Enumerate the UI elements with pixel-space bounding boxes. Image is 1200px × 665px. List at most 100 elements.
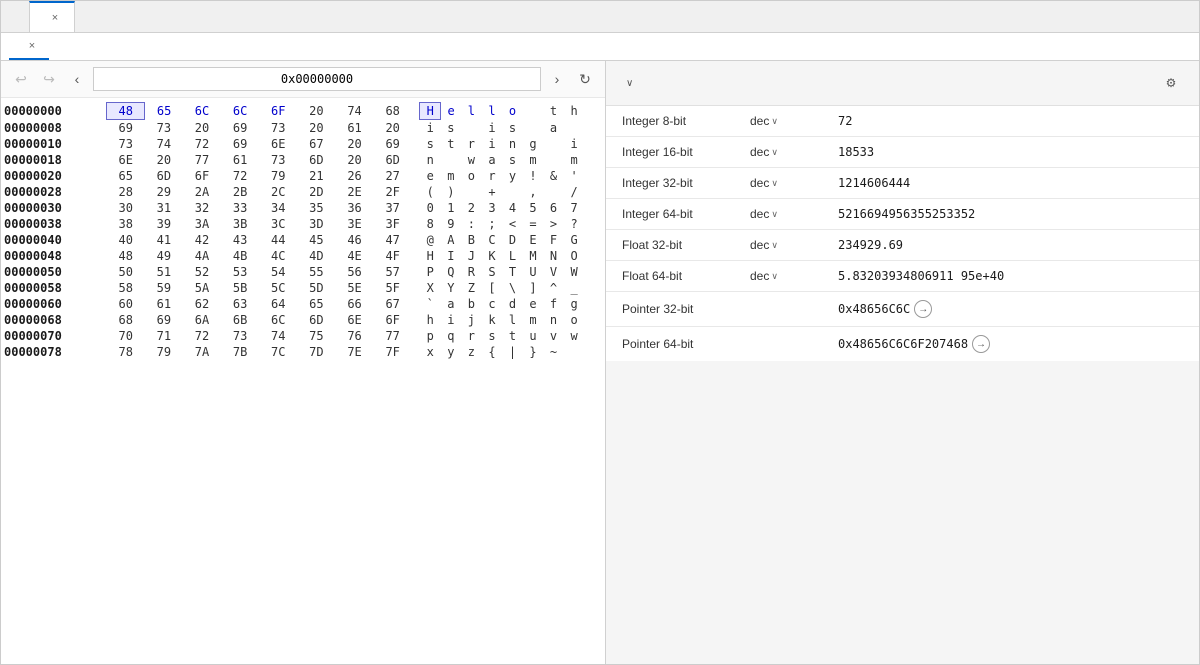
- hex-cell[interactable]: 7A: [183, 344, 221, 360]
- hex-cell[interactable]: 5E: [335, 280, 373, 296]
- hex-cell[interactable]: 3F: [374, 216, 412, 232]
- hex-cell[interactable]: 65: [297, 296, 335, 312]
- ascii-cell[interactable]: [461, 120, 482, 137]
- endian-selector[interactable]: ∨: [622, 78, 633, 89]
- ascii-cell[interactable]: [584, 184, 605, 200]
- ascii-cell[interactable]: d: [502, 296, 523, 312]
- ascii-cell[interactable]: i: [420, 120, 441, 137]
- ascii-cell[interactable]: Q: [441, 264, 462, 280]
- hex-cell[interactable]: 32: [183, 200, 221, 216]
- ascii-cell[interactable]: r: [461, 136, 482, 152]
- ascii-cell[interactable]: H: [420, 103, 441, 120]
- hex-cell[interactable]: 44: [259, 232, 297, 248]
- hex-cell[interactable]: 79: [145, 344, 183, 360]
- hex-cell[interactable]: 6D: [297, 152, 335, 168]
- ascii-cell[interactable]: L: [502, 248, 523, 264]
- ascii-cell[interactable]: [441, 152, 462, 168]
- ascii-cell[interactable]: _: [564, 280, 585, 296]
- ascii-cell[interactable]: t: [502, 328, 523, 344]
- hex-cell[interactable]: 4A: [183, 248, 221, 264]
- hex-cell[interactable]: 56: [335, 264, 373, 280]
- ascii-cell[interactable]: a: [482, 152, 503, 168]
- ascii-cell[interactable]: o: [564, 312, 585, 328]
- hex-cell[interactable]: 61: [145, 296, 183, 312]
- hex-cell[interactable]: 73: [107, 136, 145, 152]
- ascii-cell[interactable]: W: [564, 264, 585, 280]
- ascii-cell[interactable]: q: [441, 328, 462, 344]
- hex-cell[interactable]: 68: [107, 312, 145, 328]
- hex-cell[interactable]: 20: [297, 103, 335, 120]
- tab-memory-inspector[interactable]: ×: [29, 1, 75, 32]
- hex-cell[interactable]: 48: [107, 103, 145, 120]
- ascii-cell[interactable]: R: [461, 264, 482, 280]
- ascii-cell[interactable]: i: [441, 312, 462, 328]
- hex-cell[interactable]: 54: [259, 264, 297, 280]
- ascii-cell[interactable]: e: [523, 296, 544, 312]
- refresh-button[interactable]: ↻: [573, 67, 597, 91]
- ascii-cell[interactable]: >: [543, 216, 564, 232]
- hex-cell[interactable]: 3E: [335, 216, 373, 232]
- hex-cell[interactable]: 6D: [297, 312, 335, 328]
- hex-cell[interactable]: 3D: [297, 216, 335, 232]
- ascii-cell[interactable]: i: [564, 136, 585, 152]
- hex-cell[interactable]: 73: [259, 152, 297, 168]
- ascii-cell[interactable]: r: [482, 168, 503, 184]
- ascii-cell[interactable]: X: [420, 280, 441, 296]
- hex-cell[interactable]: 6D: [145, 168, 183, 184]
- hex-cell[interactable]: 49: [145, 248, 183, 264]
- ascii-cell[interactable]: F: [543, 232, 564, 248]
- ascii-cell[interactable]: h: [420, 312, 441, 328]
- ascii-cell[interactable]: }: [523, 344, 544, 360]
- ascii-cell[interactable]: 7: [564, 200, 585, 216]
- hex-cell[interactable]: 69: [374, 136, 412, 152]
- ascii-cell[interactable]: \: [502, 280, 523, 296]
- hex-cell[interactable]: 75: [297, 328, 335, 344]
- inspector-row-format[interactable]: dec ∨: [750, 207, 830, 221]
- hex-cell[interactable]: 69: [221, 120, 259, 137]
- hex-cell[interactable]: 4C: [259, 248, 297, 264]
- tab-console[interactable]: [5, 1, 29, 32]
- hex-cell[interactable]: 2E: [335, 184, 373, 200]
- ascii-cell[interactable]: 3: [482, 200, 503, 216]
- hex-cell[interactable]: 29: [145, 184, 183, 200]
- ascii-cell[interactable]: a: [441, 296, 462, 312]
- hex-cell[interactable]: 2C: [259, 184, 297, 200]
- ascii-cell[interactable]: !: [523, 168, 544, 184]
- ascii-cell[interactable]: e: [420, 168, 441, 184]
- hex-cell[interactable]: 7F: [374, 344, 412, 360]
- ascii-cell[interactable]: <: [502, 216, 523, 232]
- ascii-cell[interactable]: i: [482, 136, 503, 152]
- hex-cell[interactable]: 7B: [221, 344, 259, 360]
- hex-cell[interactable]: 72: [183, 328, 221, 344]
- ascii-cell[interactable]: v: [543, 328, 564, 344]
- ascii-cell[interactable]: H: [420, 248, 441, 264]
- hex-cell[interactable]: 77: [374, 328, 412, 344]
- follow-pointer-button[interactable]: →: [972, 335, 990, 353]
- ascii-cell[interactable]: ~: [543, 344, 564, 360]
- hex-cell[interactable]: 41: [145, 232, 183, 248]
- ascii-cell[interactable]: m: [441, 168, 462, 184]
- hex-cell[interactable]: 73: [145, 120, 183, 137]
- ascii-cell[interactable]: J: [461, 248, 482, 264]
- ascii-cell[interactable]: t: [441, 136, 462, 152]
- hex-cell[interactable]: 61: [221, 152, 259, 168]
- hex-cell[interactable]: 26: [335, 168, 373, 184]
- next-address-button[interactable]: ›: [545, 67, 569, 91]
- hex-cell[interactable]: 31: [145, 200, 183, 216]
- hex-cell[interactable]: 2A: [183, 184, 221, 200]
- ascii-cell[interactable]: m: [523, 152, 544, 168]
- hex-cell[interactable]: 58: [107, 280, 145, 296]
- hex-cell[interactable]: 2D: [297, 184, 335, 200]
- ascii-cell[interactable]: E: [523, 232, 544, 248]
- undo-button[interactable]: ↩: [9, 67, 33, 91]
- ascii-cell[interactable]: &: [543, 168, 564, 184]
- ascii-cell[interactable]: s: [502, 120, 523, 137]
- hex-cell[interactable]: 57: [374, 264, 412, 280]
- ascii-cell[interactable]: r: [461, 328, 482, 344]
- hex-cell[interactable]: 65: [107, 168, 145, 184]
- hex-cell[interactable]: 3A: [183, 216, 221, 232]
- ascii-cell[interactable]: l: [502, 312, 523, 328]
- ascii-cell[interactable]: l: [461, 103, 482, 120]
- hex-cell[interactable]: 6E: [259, 136, 297, 152]
- hex-cell[interactable]: 71: [145, 328, 183, 344]
